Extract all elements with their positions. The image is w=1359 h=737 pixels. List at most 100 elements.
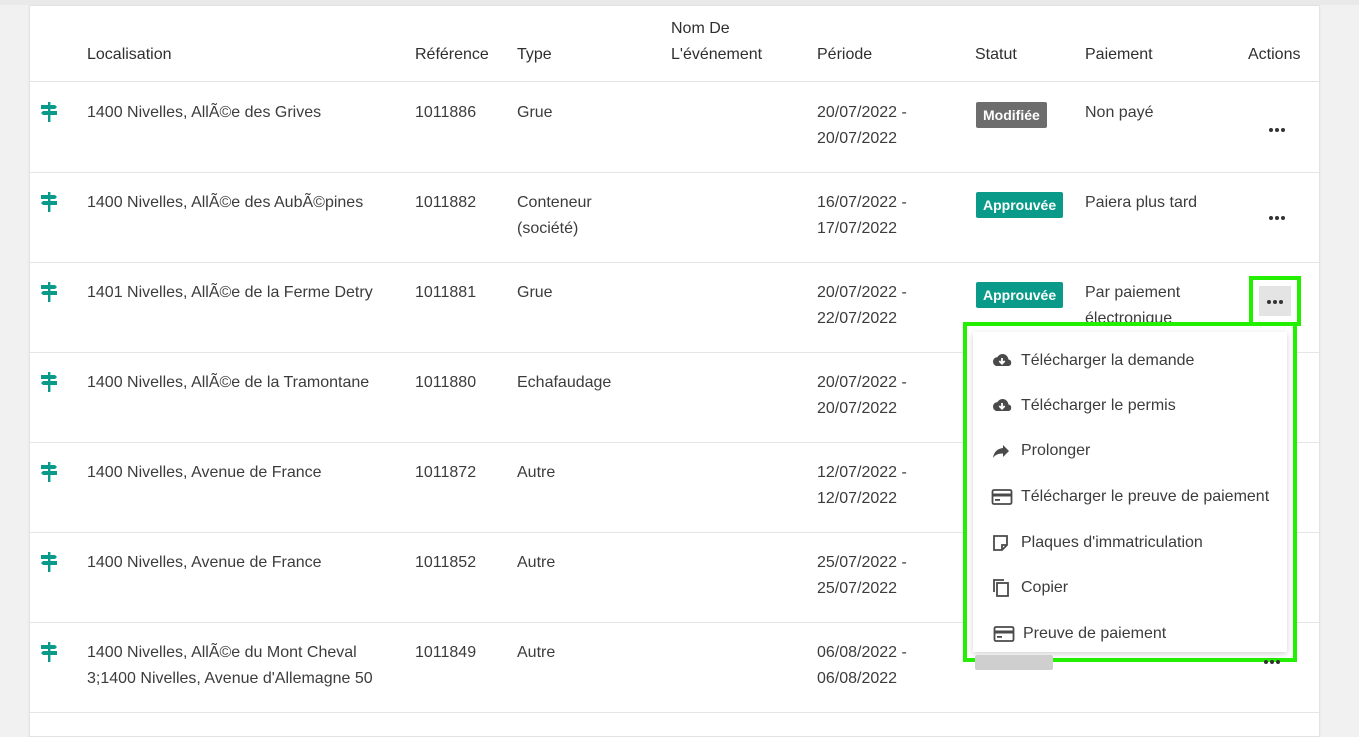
header-nom-evenement[interactable]: Nom De L'événement [671, 16, 762, 68]
location-cell: 1400 Nivelles, AllÃ©e de la Tramontane [87, 370, 369, 396]
table-row[interactable]: 1400 Nivelles, AllÃ©e des Grives 1011886 G… [30, 82, 1319, 173]
menu-item-label: Copier [1021, 579, 1069, 596]
menu-item-label: Preuve de paiement [1023, 625, 1167, 642]
reference-cell-line: 1011872 [415, 464, 477, 481]
location-cell-line: 1400 Nivelles, Avenue de France [87, 554, 322, 571]
period-cell: 20/07/2022 - 22/07/2022 [817, 280, 907, 332]
type-cell: Autre [517, 550, 555, 576]
more-horizontal-icon [1269, 128, 1273, 132]
type-cell: Grue [517, 100, 553, 126]
reference-cell-line: 1011882 [415, 194, 477, 211]
payment-cell-line: Non payé [1085, 104, 1154, 121]
type-cell-line: (société) [517, 220, 579, 237]
period-cell-line: 20/07/2022 - [817, 374, 907, 391]
header-localisation[interactable]: Localisation [87, 42, 172, 68]
header-paiement[interactable]: Paiement [1085, 42, 1153, 68]
menu-item-label: Plaques d'immatriculation [1021, 534, 1203, 551]
credit-card-icon [993, 626, 1015, 642]
period-cell: 12/07/2022 - 12/07/2022 [817, 460, 907, 512]
type-cell-line: Autre [517, 644, 556, 661]
period-cell: 20/07/2022 - 20/07/2022 [817, 100, 907, 152]
header-periode[interactable]: Période [817, 42, 872, 68]
type-cell-line: Echafaudage [517, 374, 612, 391]
period-cell: 06/08/2022 - 06/08/2022 [817, 640, 907, 692]
reference-cell: 1011849 [415, 640, 476, 666]
table-row[interactable]: 1400 Nivelles, AllÃ©e des AubÃ©pines 1011… [30, 172, 1319, 263]
period-cell-line: 12/07/2022 [817, 490, 898, 507]
menu-item-label: Télécharger le preuve de paiement [1021, 488, 1270, 505]
header-type[interactable]: Type [517, 42, 552, 68]
more-horizontal-icon [1269, 216, 1273, 220]
location-cell-line: 3;1400 Nivelles, Avenue d'Allemagne 50 [87, 670, 373, 687]
menu-item[interactable]: Prolonger [973, 432, 1287, 472]
period-cell: 20/07/2022 - 20/07/2022 [817, 370, 907, 422]
status-badge: Modifiée [976, 102, 1047, 128]
payment-cell: Paiera plus tard [1085, 190, 1197, 216]
period-cell-line: 12/07/2022 - [817, 464, 907, 481]
header-reference[interactable]: Référence [415, 42, 489, 68]
period-cell-line: 20/07/2022 - [817, 284, 907, 301]
status-badge: Approuvée [976, 282, 1064, 308]
actions-dropdown-highlight: Télécharger la demande Télécharger le per… [963, 322, 1297, 662]
reference-cell-line: 1011849 [415, 644, 477, 661]
reference-cell-line: 1011881 [415, 284, 477, 301]
location-cell-line: 1400 Nivelles, AllÃ©e des AubÃ©pines [87, 194, 364, 211]
period-cell-line: 17/07/2022 [817, 220, 898, 237]
copy-icon [993, 579, 1009, 597]
type-cell-line: Autre [517, 554, 556, 571]
period-cell-line: 20/07/2022 [817, 400, 898, 417]
menu-item[interactable]: Télécharger le preuve de paiement [973, 478, 1287, 518]
reference-cell: 1011882 [415, 190, 476, 216]
row-actions-button-active[interactable] [1249, 276, 1301, 326]
type-cell: Autre [517, 460, 555, 486]
period-cell: 16/07/2022 - 17/07/2022 [817, 190, 907, 242]
type-cell: Echafaudage [517, 370, 611, 396]
location-cell: 1401 Nivelles, AllÃ©e de la Ferme Detry [87, 280, 373, 306]
signpost-icon [40, 642, 60, 662]
payment-cell-line: Paiera plus tard [1085, 194, 1198, 211]
payment-cell: Non payé [1085, 100, 1154, 126]
menu-item-label: Télécharger le permis [1021, 397, 1176, 414]
signpost-icon [40, 372, 60, 392]
location-cell-line: 1401 Nivelles, AllÃ©e de la Ferme Detry [87, 284, 373, 301]
signpost-icon [40, 102, 60, 122]
header-statut[interactable]: Statut [975, 42, 1017, 68]
reference-cell-line: 1011880 [415, 374, 477, 391]
signpost-icon [40, 282, 60, 302]
period-cell-line: 22/07/2022 [817, 310, 898, 327]
header-nom-line1: Nom De [671, 20, 730, 37]
row-actions-button[interactable] [1256, 110, 1296, 150]
note-icon [993, 535, 1008, 551]
reference-cell: 1011881 [415, 280, 476, 306]
signpost-icon [40, 192, 60, 212]
cloud-download-icon [993, 354, 1012, 366]
location-cell-line: 1400 Nivelles, AllÃ©e de la Tramontane [87, 374, 370, 391]
cloud-download-icon [993, 399, 1012, 411]
status-badge: Approuvée [976, 192, 1064, 218]
signpost-icon [40, 552, 60, 572]
reference-cell-line: 1011886 [415, 104, 477, 121]
menu-item-label: Prolonger [1021, 442, 1091, 459]
row-actions-button[interactable] [1256, 198, 1296, 238]
reference-cell-line: 1011852 [415, 554, 477, 571]
location-cell: 1400 Nivelles, Avenue de France [87, 460, 322, 486]
type-cell-line: Grue [517, 104, 553, 121]
type-cell-line: Autre [517, 464, 556, 481]
actions-dropdown-menu: Télécharger la demande Télécharger le per… [973, 332, 1287, 652]
period-cell-line: 16/07/2022 - [817, 194, 907, 211]
type-cell: Autre [517, 640, 555, 666]
menu-item[interactable]: Télécharger la demande [973, 342, 1287, 382]
period-cell: 25/07/2022 - 25/07/2022 [817, 550, 907, 602]
menu-item[interactable]: Preuve de paiement [973, 615, 1287, 655]
credit-card-icon [991, 489, 1013, 505]
location-cell-line: 1400 Nivelles, AllÃ©e du Mont Cheval [87, 644, 357, 661]
menu-item[interactable]: Plaques d'immatriculation [973, 524, 1287, 564]
type-cell: Grue [517, 280, 553, 306]
menu-item[interactable]: Copier [973, 569, 1287, 609]
location-cell: 1400 Nivelles, AllÃ©e des Grives [87, 100, 321, 126]
menu-item[interactable]: Télécharger le permis [973, 387, 1287, 427]
reference-cell: 1011886 [415, 100, 476, 126]
reference-cell: 1011872 [415, 460, 476, 486]
period-cell-line: 25/07/2022 [817, 580, 898, 597]
location-cell: 1400 Nivelles, AllÃ©e du Mont Cheval 3;14… [87, 640, 373, 692]
